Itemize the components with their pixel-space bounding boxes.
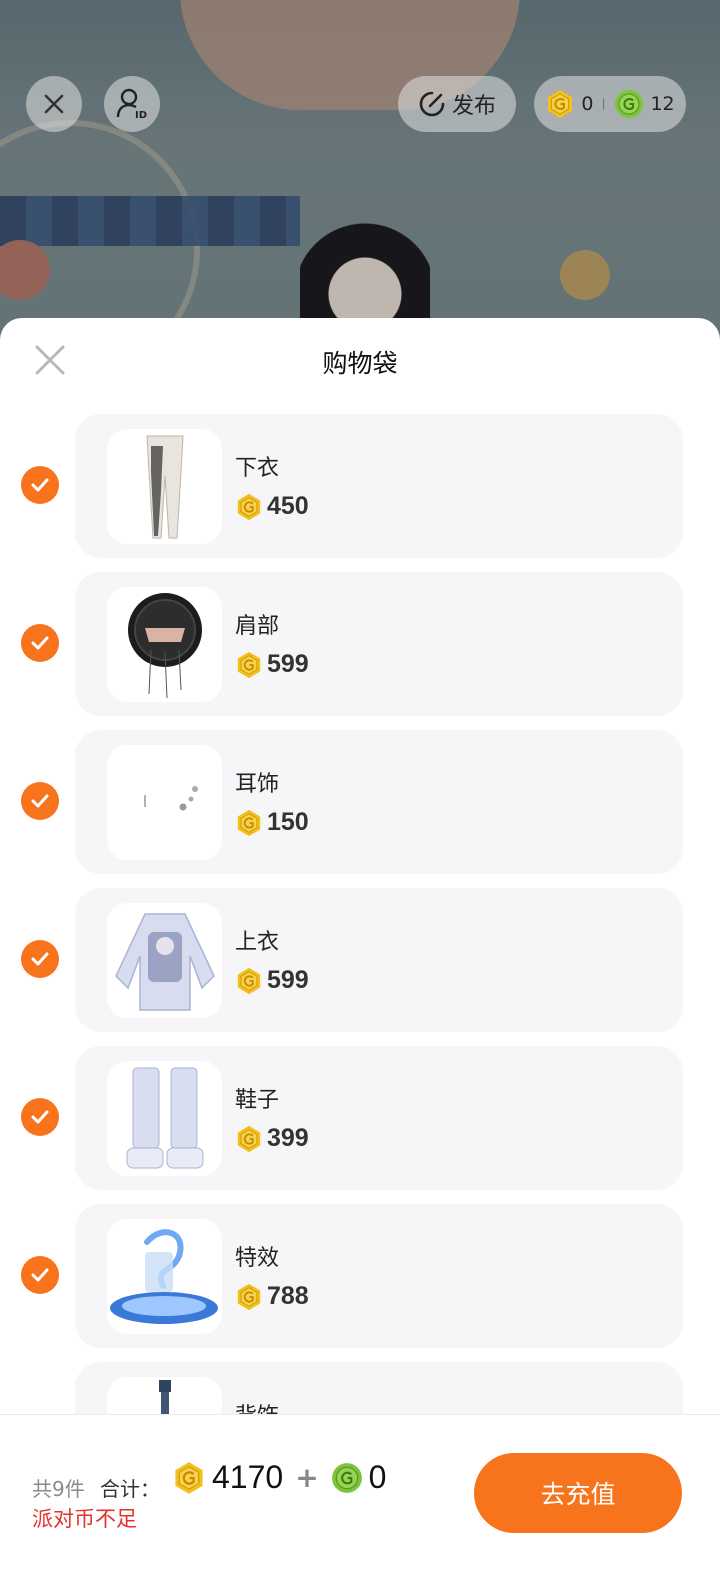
gold-balance: 0 xyxy=(581,93,594,115)
price-value: 399 xyxy=(267,1124,309,1152)
sheet-header: 购物袋 xyxy=(0,318,720,406)
item-name: 耳饰 xyxy=(235,772,280,797)
item-checkbox[interactable] xyxy=(21,624,59,662)
item-price: 599 xyxy=(235,966,309,995)
item-name: 肩部 xyxy=(235,614,280,639)
close-icon xyxy=(44,94,64,114)
item-thumbnail xyxy=(107,903,222,1018)
divider xyxy=(603,98,605,110)
item-price: 399 xyxy=(235,1124,309,1153)
green-coin-icon xyxy=(615,90,644,118)
sheet-title: 购物袋 xyxy=(322,349,398,378)
green-coin-icon xyxy=(331,1462,362,1493)
effect-image xyxy=(110,1228,218,1324)
list-item: 下衣 450 xyxy=(0,414,720,572)
earrings-image xyxy=(143,785,198,810)
item-price: 599 xyxy=(235,650,309,679)
item-name: 上衣 xyxy=(235,930,280,955)
gold-coin-icon xyxy=(237,809,261,836)
check-icon xyxy=(31,478,49,492)
dim-overlay xyxy=(0,0,720,360)
top-image xyxy=(114,912,215,1011)
green-total: 0 xyxy=(368,1459,387,1495)
gold-coin-icon xyxy=(237,1283,261,1310)
check-icon xyxy=(31,952,49,966)
gold-coin-icon xyxy=(237,967,261,994)
gold-coin-icon xyxy=(175,1461,203,1494)
list-item: 肩部 599 xyxy=(0,572,720,730)
item-price: 450 xyxy=(235,492,309,521)
svg-text:ID: ID xyxy=(135,110,147,121)
item-name: 下衣 xyxy=(235,456,280,481)
item-thumbnail xyxy=(107,745,222,860)
item-card[interactable]: 下衣 450 xyxy=(75,414,683,558)
price-value: 788 xyxy=(267,1282,309,1310)
item-thumbnail xyxy=(107,1219,222,1334)
shoes-image xyxy=(126,1067,203,1168)
list-item: 特效 788 xyxy=(0,1204,720,1362)
item-thumbnail xyxy=(107,587,222,702)
green-balance: 12 xyxy=(650,93,675,115)
profile-id-button[interactable]: ID xyxy=(104,76,160,132)
check-icon xyxy=(31,794,49,808)
pants-image xyxy=(145,435,184,538)
item-count: 共9件 xyxy=(32,1477,85,1501)
item-list: 下衣 450 肩部 599 耳饰 150 上衣 599 鞋子 399 特效 78… xyxy=(0,414,720,1520)
list-item: 鞋子 399 xyxy=(0,1046,720,1204)
item-card[interactable]: 特效 788 xyxy=(75,1204,683,1348)
price-value: 599 xyxy=(267,650,309,678)
price-value: 450 xyxy=(267,492,309,520)
item-thumbnail xyxy=(107,429,222,544)
recharge-button[interactable]: 去充值 xyxy=(474,1453,682,1533)
item-checkbox[interactable] xyxy=(21,1098,59,1136)
check-icon xyxy=(31,1268,49,1282)
item-checkbox[interactable] xyxy=(21,782,59,820)
item-price: 788 xyxy=(235,1282,309,1311)
gold-coin-icon xyxy=(237,1125,261,1152)
list-item: 耳饰 150 xyxy=(0,730,720,888)
check-icon xyxy=(31,1110,49,1124)
plus-sign: + xyxy=(295,1461,319,1494)
item-card[interactable]: 上衣 599 xyxy=(75,888,683,1032)
price-value: 599 xyxy=(267,966,309,994)
checkout-footer: 共9件 合计： 4170 + 0 派对币不足 去充值 xyxy=(0,1414,720,1584)
insufficient-warning: 派对币不足 xyxy=(32,1507,137,1531)
gold-coin-icon xyxy=(237,651,261,678)
item-thumbnail xyxy=(107,1061,222,1176)
background-scene: ID 发布 0 12 xyxy=(0,0,720,360)
close-button[interactable] xyxy=(26,76,82,132)
gold-total: 4170 xyxy=(212,1459,284,1495)
gold-coin-icon xyxy=(237,493,261,520)
total-amount: 4170 + 0 xyxy=(172,1459,386,1496)
item-card[interactable]: 肩部 599 xyxy=(75,572,683,716)
list-item: 上衣 599 xyxy=(0,888,720,1046)
shoulder-accessory-image xyxy=(127,592,202,698)
price-value: 150 xyxy=(267,808,309,836)
total-label: 合计： xyxy=(100,1477,160,1501)
item-name: 鞋子 xyxy=(235,1088,280,1113)
gold-coin-icon xyxy=(548,90,573,118)
item-card[interactable]: 鞋子 399 xyxy=(75,1046,683,1190)
item-checkbox[interactable] xyxy=(21,940,59,978)
item-card[interactable]: 耳饰 150 xyxy=(75,730,683,874)
item-checkbox[interactable] xyxy=(21,466,59,504)
publish-button[interactable]: 发布 xyxy=(398,76,516,132)
check-icon xyxy=(31,636,49,650)
publish-icon xyxy=(419,91,445,117)
shopping-bag-sheet: 购物袋 下衣 450 肩部 599 耳饰 150 上衣 599 鞋子 399 特… xyxy=(0,318,720,1584)
item-checkbox[interactable] xyxy=(21,1256,59,1294)
balance-pill[interactable]: 0 12 xyxy=(534,76,686,132)
item-name: 特效 xyxy=(235,1246,280,1271)
profile-id-icon: ID xyxy=(116,88,147,121)
publish-label: 发布 xyxy=(451,94,496,119)
item-price: 150 xyxy=(235,808,309,837)
